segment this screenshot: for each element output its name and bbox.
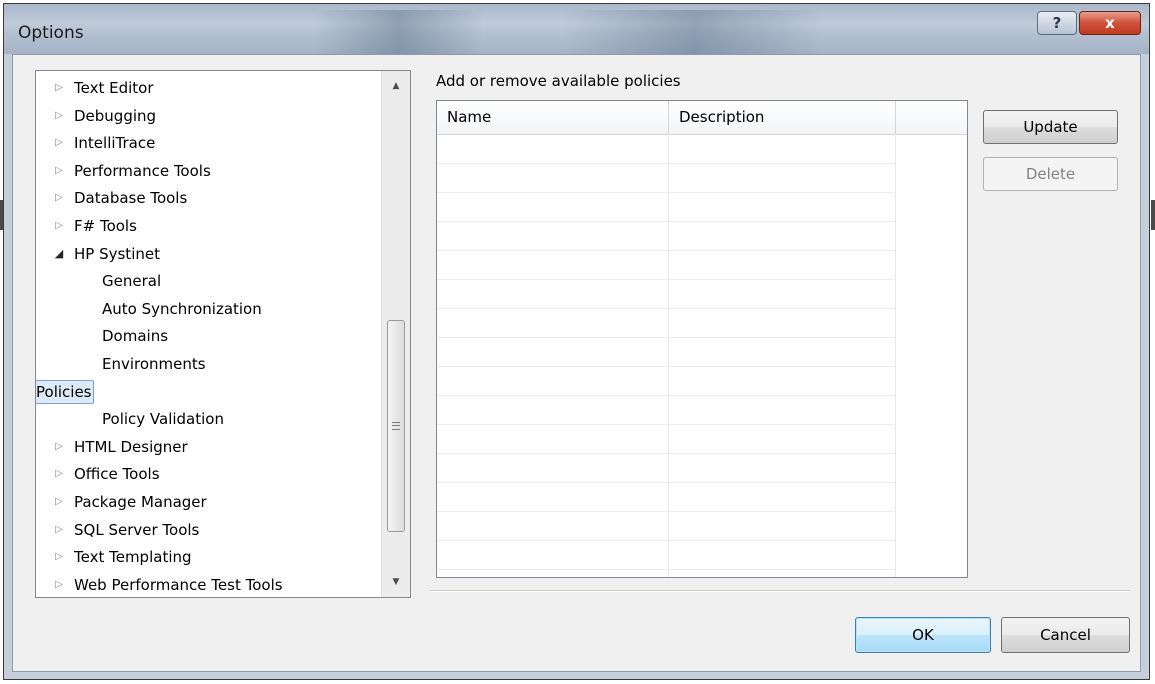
table-row (437, 482, 895, 483)
table-row (437, 569, 895, 570)
tree-item[interactable]: ▷ SQL Server Tools (36, 517, 376, 543)
close-icon: x (1105, 14, 1115, 32)
tree-item[interactable]: ▷ F# Tools (36, 213, 376, 239)
collapsed-arrow-icon[interactable]: ▷ (52, 544, 66, 570)
table-row (437, 395, 895, 396)
table-row (437, 192, 895, 193)
grip-icon (392, 422, 400, 430)
expanded-arrow-icon[interactable]: ◢ (52, 241, 66, 267)
tree-item-label: Text Editor (74, 79, 154, 97)
collapsed-arrow-icon[interactable]: ▷ (52, 517, 66, 543)
tree-item[interactable]: ▷ Web Performance Test Tools (36, 572, 376, 597)
scroll-up-icon[interactable]: ▲ (382, 71, 410, 101)
table-row (437, 424, 895, 425)
tree-item[interactable]: Policies (36, 379, 376, 405)
tree-item-label: Database Tools (74, 189, 188, 208)
collapsed-arrow-icon[interactable]: ▷ (52, 461, 66, 487)
tree-item-label: Package Manager (74, 493, 207, 511)
tree-item[interactable]: ▷ Database Tools (36, 185, 376, 211)
tree-item-label: Debugging (74, 106, 157, 125)
delete-button: Delete (983, 157, 1118, 191)
column-header-name[interactable]: Name (437, 101, 669, 134)
collapsed-arrow-icon[interactable]: ▷ (52, 213, 66, 239)
tree-item-label: Policy Validation (102, 410, 224, 429)
collapsed-arrow-icon[interactable]: ▷ (52, 158, 66, 184)
collapsed-arrow-icon[interactable]: ▷ (52, 572, 66, 597)
collapsed-arrow-icon[interactable]: ▷ (52, 130, 66, 156)
table-row (437, 308, 895, 309)
column-header-extra (896, 101, 967, 134)
tree-item[interactable]: ▷ Text Templating (36, 544, 376, 570)
collapsed-arrow-icon[interactable]: ▷ (52, 489, 66, 515)
update-button[interactable]: Update (983, 110, 1118, 144)
help-icon: ? (1052, 14, 1062, 32)
collapsed-arrow-icon[interactable]: ▷ (52, 103, 66, 129)
tree-item[interactable]: ▷ Debugging (36, 103, 376, 129)
separator (430, 590, 1130, 592)
table-row (437, 453, 895, 454)
table-row (437, 163, 895, 164)
table-header: Name Description (437, 101, 967, 135)
tree-item[interactable]: Environments (36, 351, 376, 377)
ok-button[interactable]: OK (855, 617, 991, 653)
policies-heading: Add or remove available policies (436, 72, 681, 90)
tree-item-label: IntelliTrace (74, 134, 156, 153)
tree-item-label: F# Tools (74, 217, 137, 235)
table-row (437, 279, 895, 280)
tree-item-label: Web Performance Test Tools (74, 575, 283, 594)
tree-item[interactable]: ◢ HP Systinet (36, 241, 376, 267)
scroll-down-icon[interactable]: ▼ (382, 567, 410, 597)
column-header-description[interactable]: Description (669, 101, 895, 134)
title-bar: Options ? x (4, 4, 1149, 54)
tree-item-label: Auto Synchronization (102, 299, 262, 318)
dialog-title: Options (18, 23, 84, 43)
collapsed-arrow-icon[interactable]: ▷ (52, 75, 66, 101)
tree-scrollbar[interactable]: ▲ ▼ (381, 71, 410, 597)
tree-item-label: Performance Tools (74, 161, 211, 180)
tree-item-label: HP Systinet (74, 244, 160, 263)
table-row (437, 511, 895, 512)
collapsed-arrow-icon[interactable]: ▷ (52, 185, 66, 211)
tree-item-label: SQL Server Tools (74, 520, 200, 539)
tree-item[interactable]: ▷ Text Editor (36, 75, 376, 101)
tree-item-label: HTML Designer (74, 437, 188, 456)
tree-item[interactable]: Policy Validation (36, 406, 376, 432)
close-button[interactable]: x (1079, 11, 1141, 35)
cancel-button[interactable]: Cancel (1001, 617, 1130, 653)
table-row (437, 250, 895, 251)
table-row (437, 221, 895, 222)
tree-item-label: Environments (102, 355, 206, 373)
tree-item[interactable]: General (36, 268, 376, 294)
tree-item[interactable]: ▷ Package Manager (36, 489, 376, 515)
tree-item-label: Office Tools (74, 465, 160, 484)
scroll-thumb[interactable] (387, 320, 405, 532)
options-tree[interactable]: ▲ ▼ ▷ Text Editor ▷ Debugging ▷ IntelliTrace ▷… (35, 70, 411, 598)
dialog-content: ▲ ▼ ▷ Text Editor ▷ Debugging ▷ IntelliTrace ▷… (12, 54, 1141, 672)
tree-item-label: Policies (36, 379, 95, 404)
table-row (437, 540, 895, 541)
options-dialog: Options ? x ▲ ▼ ▷ Text Editor ▷ Debugging ▷ I… (3, 3, 1150, 680)
tree-item[interactable]: ▷ Performance Tools (36, 158, 376, 184)
tree-item-label: Text Templating (74, 548, 192, 567)
tree-item[interactable]: ▷ Office Tools (36, 461, 376, 487)
table-row (437, 337, 895, 338)
collapsed-arrow-icon[interactable]: ▷ (52, 434, 66, 460)
tree-item[interactable]: Domains (36, 323, 376, 349)
tree-item[interactable]: Auto Synchronization (36, 296, 376, 322)
tree-item[interactable]: ▷ IntelliTrace (36, 130, 376, 156)
help-button[interactable]: ? (1037, 11, 1077, 35)
tree-item-label: Domains (102, 327, 169, 346)
tree-item-label: General (102, 272, 162, 291)
table-row (437, 366, 895, 367)
policies-table[interactable]: Name Description (436, 100, 968, 578)
tree-item[interactable]: ▷ HTML Designer (36, 434, 376, 460)
